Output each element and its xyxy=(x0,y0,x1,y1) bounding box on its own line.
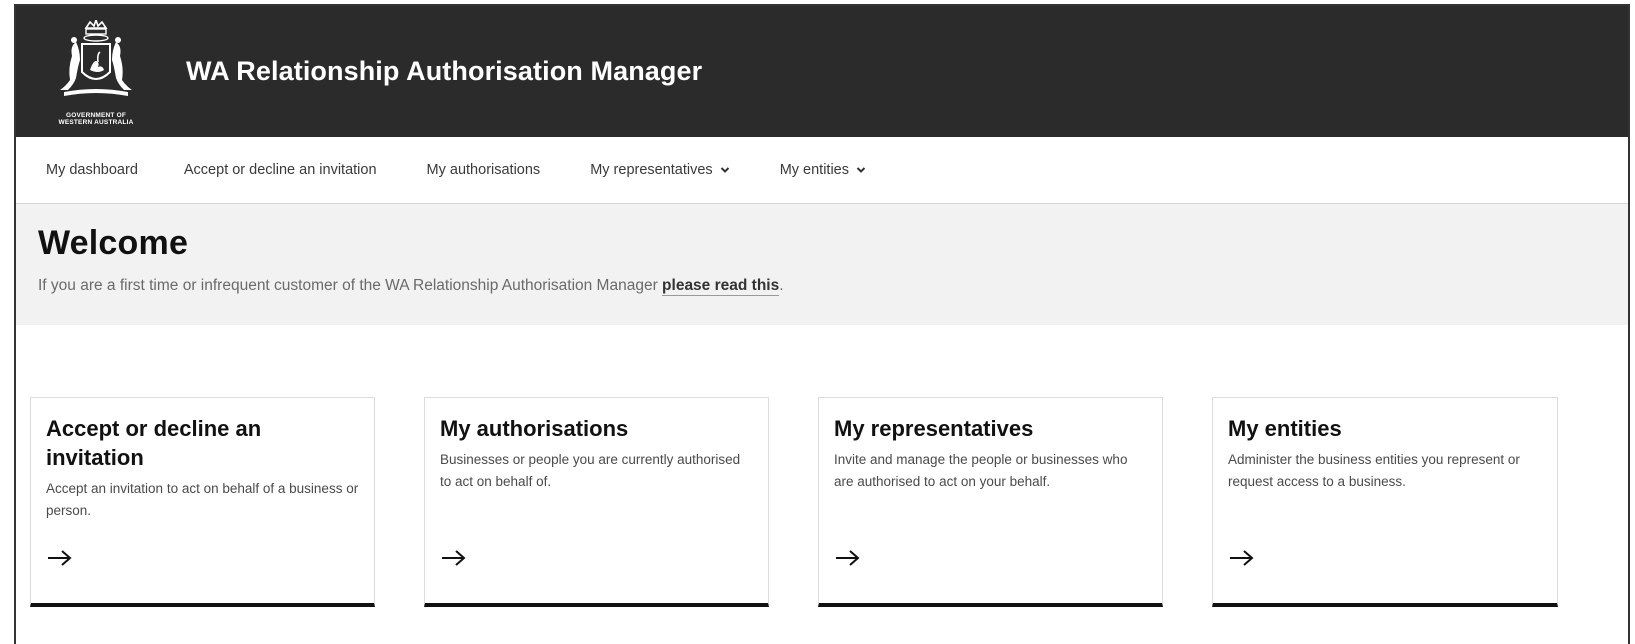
main-navigation: My dashboard Accept or decline an invita… xyxy=(16,137,1628,204)
welcome-banner: Welcome If you are a first time or infre… xyxy=(16,204,1628,325)
welcome-intro: If you are a first time or infrequent cu… xyxy=(38,277,1628,296)
page-frame: GOVERNMENT OF WESTERN AUSTRALIA WA Relat… xyxy=(14,4,1630,644)
chevron-down-icon xyxy=(720,167,729,173)
nav-item-my-dashboard[interactable]: My dashboard xyxy=(46,162,138,178)
please-read-this-link[interactable]: please read this xyxy=(662,277,780,296)
arrow-right-icon[interactable] xyxy=(440,548,468,568)
card-title: My entities xyxy=(1228,416,1342,441)
app-title: WA Relationship Authorisation Manager xyxy=(186,56,703,86)
dashboard-cards: Accept or decline an invitation Accept a… xyxy=(16,397,1628,644)
nav-item-label: My dashboard xyxy=(46,162,138,178)
card-my-representatives[interactable]: My representatives Invite and manage the… xyxy=(818,397,1163,607)
nav-item-accept-or-decline[interactable]: Accept or decline an invitation xyxy=(184,162,377,178)
chevron-down-icon xyxy=(856,167,866,173)
card-my-authorisations[interactable]: My authorisations Businesses or people y… xyxy=(424,397,769,607)
arrow-right-icon[interactable] xyxy=(834,548,862,568)
card-title: My authorisations xyxy=(440,416,629,441)
arrow-right-icon[interactable] xyxy=(1228,548,1256,568)
logo-caption: GOVERNMENT OF WESTERN AUSTRALIA xyxy=(46,112,146,126)
card-my-entities[interactable]: My entities Administer the business enti… xyxy=(1212,397,1558,607)
card-description: Businesses or people you are currently a… xyxy=(440,452,741,489)
nav-item-my-representatives[interactable]: My representatives xyxy=(590,162,730,178)
intro-end: . xyxy=(779,277,784,294)
government-crest-logo[interactable]: GOVERNMENT OF WESTERN AUSTRALIA xyxy=(46,17,146,126)
nav-item-label: My entities xyxy=(779,162,849,178)
page-title: Welcome xyxy=(38,224,189,262)
card-title: Accept or decline an invitation xyxy=(46,416,262,470)
nav-item-label: Accept or decline an invitation xyxy=(183,162,377,178)
nav-item-label: My authorisations xyxy=(426,162,541,178)
card-description: Invite and manage the people or business… xyxy=(834,452,1128,489)
card-title: My representatives xyxy=(834,416,1034,441)
nav-item-my-authorisations[interactable]: My authorisations xyxy=(427,162,541,178)
logo-line-1: GOVERNMENT OF xyxy=(65,112,127,119)
site-header: GOVERNMENT OF WESTERN AUSTRALIA WA Relat… xyxy=(16,6,1628,137)
card-description: Accept an invitation to act on behalf of… xyxy=(46,481,359,518)
arrow-right-icon[interactable] xyxy=(46,548,74,568)
logo-line-2: WESTERN AUSTRALIA xyxy=(58,119,134,126)
intro-text: If you are a first time or infrequent cu… xyxy=(38,277,663,294)
coat-of-arms-icon xyxy=(60,17,132,96)
nav-item-label: My representatives xyxy=(590,162,713,178)
card-description: Administer the business entities you rep… xyxy=(1228,452,1520,489)
nav-item-my-entities[interactable]: My entities xyxy=(780,162,866,178)
card-accept-or-decline[interactable]: Accept or decline an invitation Accept a… xyxy=(30,397,375,607)
